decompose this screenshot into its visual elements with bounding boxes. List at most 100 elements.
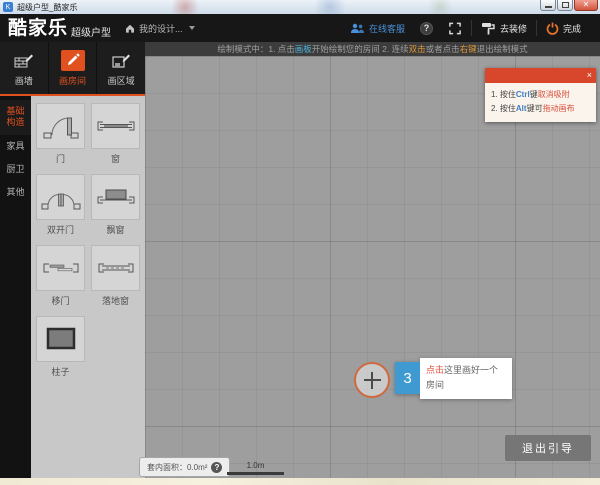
tip-line-1: 1. 按住Ctrl键取消吸附 xyxy=(491,88,590,102)
tip-box-body: 1. 按住Ctrl键取消吸附 2. 按住Alt键可拖动画布 xyxy=(485,83,596,122)
done-label: 完成 xyxy=(563,22,581,35)
app-header: 酷家乐 超级户型 我的设计... 在线客服 ? xyxy=(0,14,600,42)
item-label: 双开门 xyxy=(36,223,85,236)
question-icon: ? xyxy=(215,463,220,472)
item-card xyxy=(91,245,140,291)
done-button[interactable]: 完成 xyxy=(537,22,590,35)
tool-draw-room[interactable]: 画房间 xyxy=(49,42,98,94)
column-icon xyxy=(39,319,83,359)
bay-window-icon xyxy=(94,177,138,217)
item-label: 窗 xyxy=(91,152,140,165)
banner-text: 或者点击 xyxy=(426,43,460,55)
tool-draw-area[interactable]: 画区域 xyxy=(97,42,145,94)
go-decorate-button[interactable]: 去装修 xyxy=(472,22,536,35)
scale-label: 1.0m xyxy=(227,461,284,470)
home-icon xyxy=(125,24,135,33)
app-icon: K xyxy=(3,2,13,12)
door-icon xyxy=(39,106,83,146)
item-sliding-door[interactable]: 移门 xyxy=(36,245,85,307)
tab-kitchen-bath[interactable]: 厨卫 xyxy=(0,158,31,181)
close-icon[interactable]: × xyxy=(587,71,592,80)
item-column[interactable]: 柱子 xyxy=(36,316,85,378)
item-label: 柱子 xyxy=(36,365,85,378)
maximize-button[interactable] xyxy=(557,0,573,11)
help-button[interactable]: ? xyxy=(420,22,433,35)
item-bay-window[interactable]: 飘窗 xyxy=(91,174,140,236)
draw-area-label: 画区域 xyxy=(108,74,135,87)
my-design-label: 我的设计... xyxy=(139,22,183,35)
tab-furniture[interactable]: 家具 xyxy=(0,135,31,158)
canvas-column: 绘制模式中：1. 点击画板开始绘制您的房间 2. 连续双击或者点击右键退出绘制模… xyxy=(145,42,600,478)
scale-indicator: 1.0m xyxy=(227,461,284,475)
double-door-icon xyxy=(39,177,83,217)
minimize-button[interactable] xyxy=(540,0,556,11)
power-icon xyxy=(546,22,559,35)
paint-roller-icon xyxy=(481,22,496,35)
item-window[interactable]: 窗 xyxy=(91,103,140,165)
draw-wall-icon xyxy=(12,50,36,71)
floor-window-icon xyxy=(94,248,138,288)
close-button[interactable]: ✕ xyxy=(574,0,598,11)
tool-draw-wall[interactable]: 画墙 xyxy=(0,42,49,94)
banner-keyword: 画板 xyxy=(295,43,312,55)
area-help-button[interactable]: ? xyxy=(211,462,222,473)
go-decorate-label: 去装修 xyxy=(500,22,527,35)
window-icon xyxy=(94,106,138,146)
item-card xyxy=(36,245,85,291)
item-label: 移门 xyxy=(36,294,85,307)
minimize-icon xyxy=(545,6,552,8)
chevron-down-icon xyxy=(189,26,195,30)
guide-step-text: 点击这里画好一个房间 xyxy=(420,358,512,399)
left-toolbar: 画墙 画房间 xyxy=(0,42,145,478)
main-area: 画墙 画房间 xyxy=(0,42,600,478)
draw-room-icon xyxy=(61,50,85,71)
brand-logo: 酷家乐 xyxy=(8,19,68,38)
item-card xyxy=(91,103,140,149)
online-service-button[interactable]: 在线客服 xyxy=(341,22,414,35)
item-card xyxy=(91,174,140,220)
hotkey-tip-box: × 1. 按住Ctrl键取消吸附 2. 按住Alt键可拖动画布 xyxy=(485,68,596,122)
library-panel: 基础构造 家具 厨卫 其他 xyxy=(0,96,145,478)
help-icon: ? xyxy=(424,23,430,33)
exit-guide-button[interactable]: 退出引导 xyxy=(505,435,591,461)
scale-bar xyxy=(227,472,284,475)
window-controls: ✕ xyxy=(539,0,598,11)
item-label: 落地窗 xyxy=(91,294,140,307)
area-label: 套内面积：0.0m² xyxy=(147,462,207,473)
banner-text: 绘制模式中：1. 点击 xyxy=(217,43,294,55)
area-indicator: 套内面积：0.0m² ? xyxy=(139,457,230,477)
item-label: 门 xyxy=(36,152,85,165)
banner-keyword: 双击 xyxy=(409,43,426,55)
draw-room-label: 画房间 xyxy=(59,74,86,87)
close-icon: ✕ xyxy=(583,1,590,9)
draw-wall-label: 画墙 xyxy=(15,74,33,87)
fullscreen-button[interactable] xyxy=(439,22,471,35)
item-floor-window[interactable]: 落地窗 xyxy=(91,245,140,307)
tip-box-header: × xyxy=(485,68,596,83)
banner-text: 退出绘制模式 xyxy=(477,43,528,55)
tab-other[interactable]: 其他 xyxy=(0,181,31,204)
drawing-canvas[interactable]: × 1. 按住Ctrl键取消吸附 2. 按住Alt键可拖动画布 3 点击这里画好… xyxy=(145,56,600,478)
header-actions: 在线客服 ? 去装修 xyxy=(341,20,590,36)
fullscreen-icon xyxy=(448,22,462,35)
tab-basic-structure[interactable]: 基础构造 xyxy=(0,100,31,135)
item-card xyxy=(36,316,85,362)
sliding-door-icon xyxy=(39,248,83,288)
plus-icon xyxy=(364,372,381,389)
draw-mode-banner: 绘制模式中：1. 点击画板开始绘制您的房间 2. 连续双击或者点击右键退出绘制模… xyxy=(145,42,600,56)
draw-room-target[interactable] xyxy=(354,362,390,398)
my-design-menu[interactable]: 我的设计... xyxy=(125,22,195,35)
item-double-door[interactable]: 双开门 xyxy=(36,174,85,236)
component-list: 门 窗 xyxy=(31,96,145,478)
item-card xyxy=(36,174,85,220)
draw-tools: 画墙 画房间 xyxy=(0,42,145,96)
window-title: 超级户型_酷家乐 xyxy=(17,2,77,13)
draw-area-icon xyxy=(109,50,133,71)
category-tabs: 基础构造 家具 厨卫 其他 xyxy=(0,96,31,478)
item-label: 飘窗 xyxy=(91,223,140,236)
online-service-label: 在线客服 xyxy=(369,22,405,35)
brand-subtitle: 超级户型 xyxy=(71,24,111,39)
item-card xyxy=(36,103,85,149)
app-window: K 超级户型_酷家乐 ✕ 酷家乐 超级户型 我的设计... 在线客服 ? xyxy=(0,0,600,485)
item-door[interactable]: 门 xyxy=(36,103,85,165)
